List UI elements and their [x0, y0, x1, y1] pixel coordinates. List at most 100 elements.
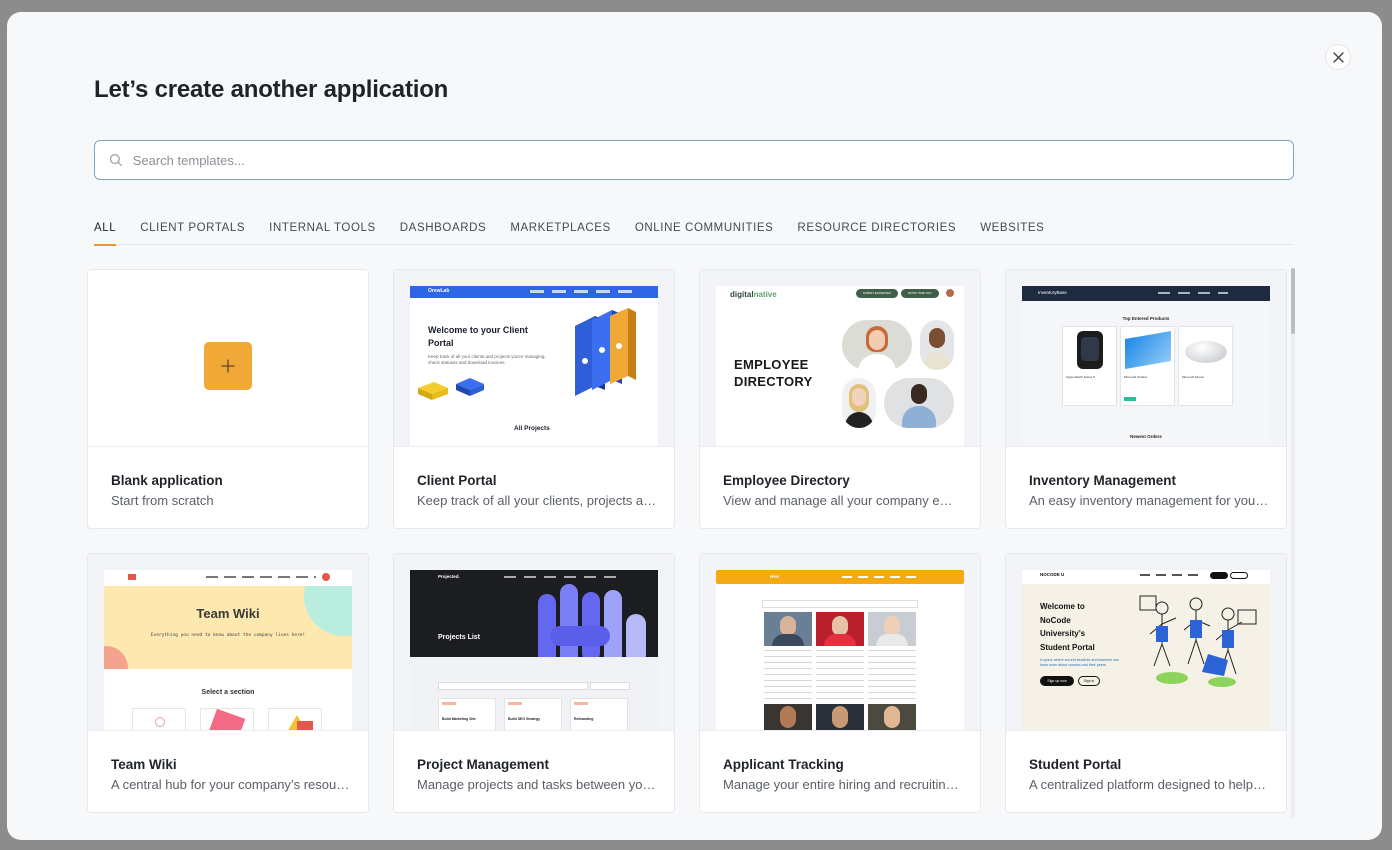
template-card-project-management[interactable]: Projected. Projects List Build Marketing… — [393, 553, 675, 813]
preview-project-management: Projected. Projects List Build Marketing… — [410, 570, 658, 730]
preview-brand: Projected. — [438, 574, 460, 579]
preview-employee-directory: digitalnative SUBMIT EXPENSES BOOK TIME … — [716, 286, 964, 446]
card-title: Project Management — [417, 757, 550, 772]
product-card: Microsoft Mouse — [1178, 326, 1233, 406]
photo — [842, 378, 876, 428]
create-application-modal: Let’s create another application ALL CLI… — [7, 12, 1382, 840]
card-description: View and manage all your company employe… — [723, 493, 963, 508]
card-description: Start from scratch — [111, 493, 214, 508]
tab-internal-tools[interactable]: INTERNAL TOOLS — [269, 218, 376, 245]
project-card: Build SEO Strategy — [504, 698, 562, 730]
template-card-applicant-tracking[interactable]: Hire Applicant Tracking Manage your enti… — [699, 553, 981, 813]
close-button[interactable] — [1325, 44, 1351, 70]
template-card-blank[interactable]: Blank application Start from scratch — [87, 269, 369, 529]
preview-heading: EMPLOYEE — [734, 357, 809, 372]
template-thumbnail: InventoryBase Top Entered Products Apple… — [1006, 270, 1286, 447]
preview-heading: DIRECTORY — [734, 374, 813, 389]
close-icon — [1332, 51, 1344, 63]
card-title: Student Portal — [1029, 757, 1122, 772]
template-thumbnail: OrewLab Welcome to your Client Portal Ke… — [394, 270, 674, 447]
card-description: A centralized platform designed to help … — [1029, 777, 1269, 792]
preview-student-portal: NOCODE U Welcome to NoCode University’s … — [1022, 570, 1270, 730]
card-title: Inventory Management — [1029, 473, 1177, 488]
project-card: Rebranding — [570, 698, 628, 730]
binders-illustration — [575, 308, 636, 396]
template-thumbnail: Hire — [700, 554, 980, 731]
template-thumbnail: Team Wiki Everything you need to know ab… — [88, 554, 368, 731]
preview-sub: Everything you need to know about the co… — [150, 633, 306, 638]
project-name: Build Marketing Site — [442, 717, 476, 721]
applicant-photo — [764, 612, 812, 646]
template-card-client-portal[interactable]: OrewLab Welcome to your Client Portal Ke… — [393, 269, 675, 529]
tab-dashboards[interactable]: DASHBOARDS — [400, 218, 487, 245]
page-title: Let’s create another application — [94, 76, 449, 103]
section-card — [268, 708, 322, 730]
preview-team-wiki: Team Wiki Everything you need to know ab… — [104, 570, 352, 730]
card-description: Keep track of all your clients, projects… — [417, 493, 657, 508]
photo — [884, 378, 954, 428]
card-description: A central hub for your company’s resourc… — [111, 777, 351, 792]
search-input[interactable] — [132, 152, 1293, 168]
blocks-illustration — [418, 378, 484, 400]
preview-client-portal: OrewLab Welcome to your Client Portal Ke… — [410, 286, 658, 446]
photo — [842, 320, 912, 370]
template-card-inventory-management[interactable]: InventoryBase Top Entered Products Apple… — [1005, 269, 1287, 529]
preview-button: SUBMIT EXPENSES — [856, 289, 898, 298]
preview-brand: InventoryBase — [1038, 290, 1067, 295]
search-icon — [109, 153, 122, 167]
tab-marketplaces[interactable]: MARKETPLACES — [510, 218, 611, 245]
preview-applicant-tracking: Hire — [716, 570, 964, 730]
search-box[interactable] — [94, 140, 1294, 180]
product-card: Microsoft Surface — [1120, 326, 1175, 406]
plus-icon — [221, 359, 235, 373]
applicant-photo — [816, 612, 864, 646]
tab-online-communities[interactable]: ONLINE COMMUNITIES — [635, 218, 774, 245]
preview-brand: Hire — [770, 574, 779, 579]
tab-client-portals[interactable]: CLIENT PORTALS — [140, 218, 245, 245]
hero-banner — [410, 570, 658, 657]
preview-section: Top Entered Products — [1122, 316, 1170, 321]
section-card — [200, 708, 254, 730]
students-illustration — [1139, 595, 1257, 687]
project-name: Build SEO Strategy — [508, 717, 541, 721]
scrollbar-thumb[interactable] — [1291, 268, 1295, 334]
applicant-photo — [868, 612, 916, 646]
section-card — [132, 708, 186, 730]
template-thumbnail: NOCODE U Welcome to NoCode University’s … — [1006, 554, 1286, 731]
photo — [920, 320, 954, 370]
card-description: Manage projects and tasks between your t… — [417, 777, 657, 792]
preview-sub: A space where current students and teach… — [1040, 658, 1119, 667]
hero-banner — [104, 586, 352, 669]
template-thumbnail: Projected. Projects List Build Marketing… — [394, 554, 674, 731]
preview-button: BOOK TIME OFF — [901, 289, 939, 298]
card-title: Blank application — [111, 473, 223, 488]
scrollbar[interactable] — [1291, 268, 1295, 818]
preview-section: Newest Orders — [1130, 434, 1162, 439]
preview-inventory: InventoryBase Top Entered Products Apple… — [1022, 286, 1270, 446]
tab-websites[interactable]: WEBSITES — [980, 218, 1044, 245]
card-title: Employee Directory — [723, 473, 850, 488]
product-name: Microsoft Surface — [1124, 375, 1148, 379]
preview-brand: OrewLab — [428, 288, 450, 294]
add-button[interactable] — [204, 342, 252, 390]
project-name: Rebranding — [574, 717, 594, 721]
preview-heading: Welcome to NoCode University’s Student P… — [1040, 602, 1095, 652]
preview-brand: NOCODE U — [1040, 572, 1065, 577]
category-tabs: ALL CLIENT PORTALS INTERNAL TOOLS DASHBO… — [94, 218, 1294, 246]
tab-all[interactable]: ALL — [94, 218, 117, 246]
product-name: Microsoft Mouse — [1182, 375, 1205, 379]
project-card: Build Marketing Site — [438, 698, 496, 730]
preview-section: Select a section — [201, 689, 255, 696]
tab-resource-directories[interactable]: RESOURCE DIRECTORIES — [797, 218, 956, 245]
applicant-photo — [868, 704, 916, 730]
template-card-student-portal[interactable]: NOCODE U Welcome to NoCode University’s … — [1005, 553, 1287, 813]
template-thumbnail: digitalnative SUBMIT EXPENSES BOOK TIME … — [700, 270, 980, 447]
preview-brand: digital — [730, 290, 754, 299]
template-thumbnail — [88, 270, 368, 447]
preview-button: Sign in — [1078, 676, 1100, 686]
template-card-employee-directory[interactable]: digitalnative SUBMIT EXPENSES BOOK TIME … — [699, 269, 981, 529]
template-card-team-wiki[interactable]: Team Wiki Everything you need to know ab… — [87, 553, 369, 813]
product-card: Apple Watch Series 8 — [1062, 326, 1117, 406]
card-description: Manage your entire hiring and recruiting… — [723, 777, 963, 792]
card-title: Team Wiki — [111, 757, 177, 772]
